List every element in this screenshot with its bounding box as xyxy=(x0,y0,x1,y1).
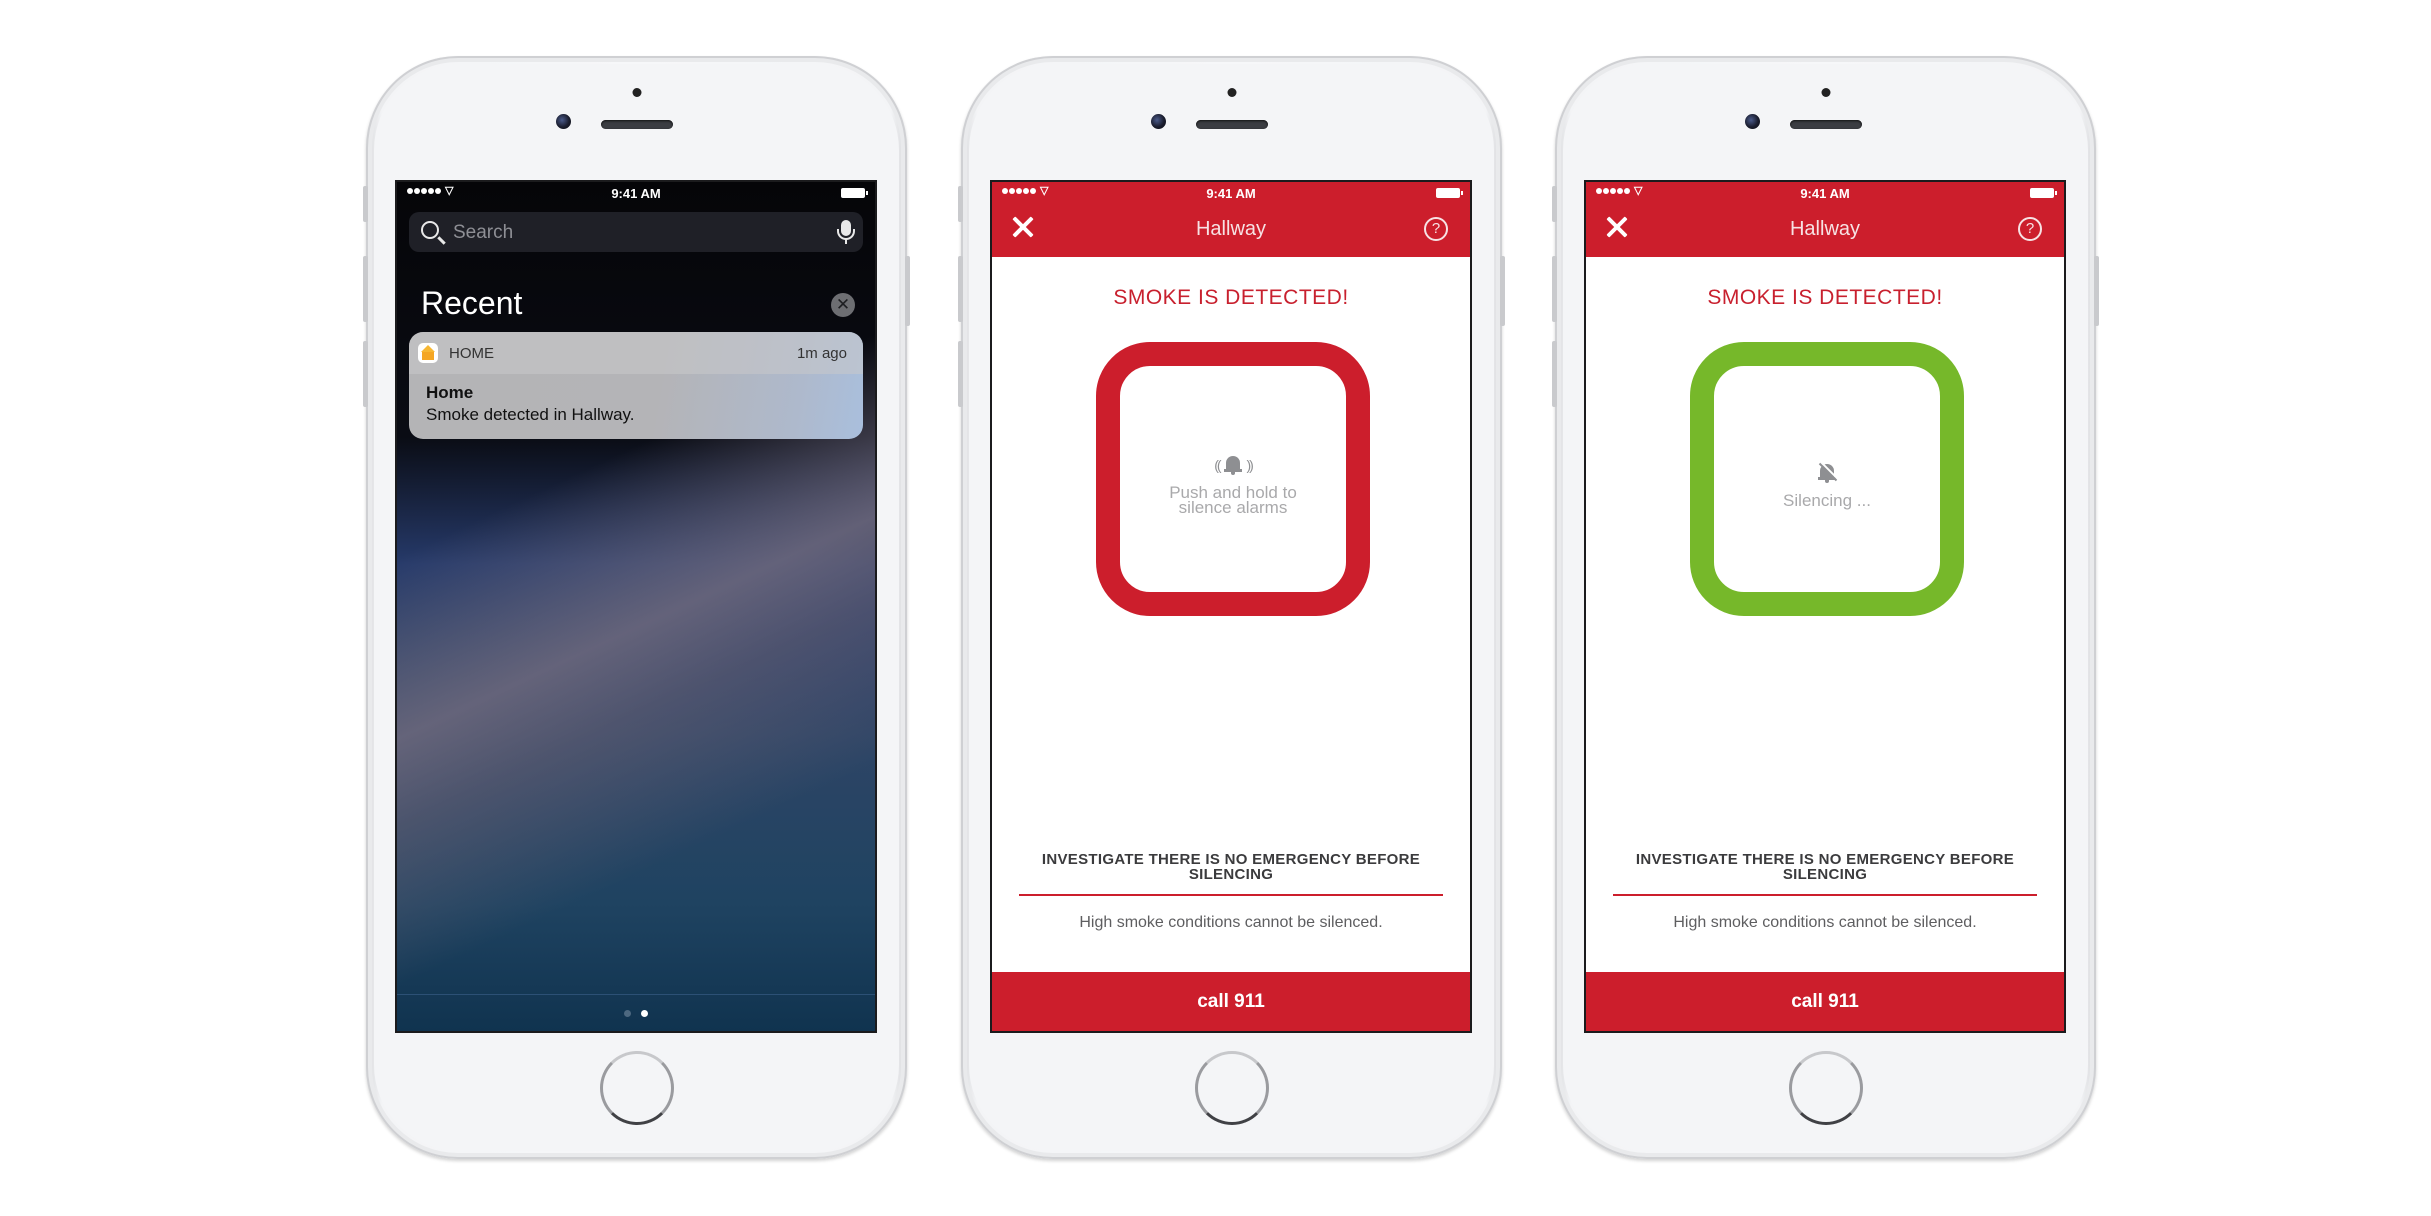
volume-down-button xyxy=(958,341,963,407)
power-button xyxy=(1500,256,1505,326)
home-button[interactable] xyxy=(1194,1051,1269,1125)
phone-silencing: ▽ 9:41 AM Hallway ? SMOKE IS DETECTED! S… xyxy=(1552,56,2099,1159)
status-bar: ▽ 9:41 AM xyxy=(992,182,1470,204)
proximity-sensor xyxy=(632,88,641,97)
earpiece-speaker xyxy=(1195,120,1268,129)
proximity-sensor xyxy=(1821,88,1830,97)
search-placeholder: Search xyxy=(453,222,514,243)
lock-screen: ▽ 9:41 AM Search Recent ✕ HOME 1m ago Ho… xyxy=(395,180,877,1033)
page-title: Hallway xyxy=(1789,218,1861,240)
notification-card[interactable]: HOME 1m ago Home Smoke detected in Hallw… xyxy=(409,332,863,439)
silencing-screen: ▽ 9:41 AM Hallway ? SMOKE IS DETECTED! S… xyxy=(1584,180,2066,1033)
divider xyxy=(397,994,875,995)
proximity-sensor xyxy=(1227,88,1236,97)
volume-up-button xyxy=(363,256,368,322)
divider xyxy=(1019,894,1443,896)
silence-alarm-button[interactable]: Silencing ... xyxy=(1690,342,1964,616)
mute-switch xyxy=(363,186,368,222)
sound-waves-left-icon: (( xyxy=(1214,457,1221,473)
earpiece-speaker xyxy=(600,120,673,129)
call-911-button[interactable]: call 911 xyxy=(1586,972,2064,1031)
home-button[interactable] xyxy=(599,1051,674,1125)
warning-text: INVESTIGATE THERE IS NO EMERGENCY BEFORE… xyxy=(1041,851,1421,883)
status-bar: ▽ 9:41 AM xyxy=(397,182,875,204)
notification-body: Smoke detected in Hallway. xyxy=(426,405,635,424)
help-icon[interactable]: ? xyxy=(1424,217,1448,241)
power-button xyxy=(905,256,910,326)
front-camera xyxy=(556,114,571,129)
phone-notification-center: ▽ 9:41 AM Search Recent ✕ HOME 1m ago Ho… xyxy=(363,56,910,1159)
divider xyxy=(1613,894,2037,896)
status-bar: ▽ 9:41 AM xyxy=(1586,182,2064,204)
silence-alarm-button[interactable]: (( )) Push and hold to silence alarms xyxy=(1096,342,1370,616)
search-icon xyxy=(421,221,439,239)
volume-up-button xyxy=(958,256,963,322)
earpiece-speaker xyxy=(1789,120,1862,129)
bell-ringing-icon xyxy=(1224,454,1242,475)
mute-switch xyxy=(1552,186,1557,222)
smoke-alert-heading: SMOKE IS DETECTED! xyxy=(1113,286,1349,309)
instruction-line-2: silence alarms xyxy=(1178,498,1288,517)
call-911-button[interactable]: call 911 xyxy=(992,972,1470,1031)
battery-icon xyxy=(2030,188,2057,198)
battery-icon xyxy=(841,188,868,198)
volume-down-button xyxy=(363,341,368,407)
silencing-status: Silencing ... xyxy=(1783,491,1871,510)
home-button[interactable] xyxy=(1788,1051,1863,1125)
silence-instructions: Push and hold to silence alarms xyxy=(1120,484,1346,517)
alarm-screen: ▽ 9:41 AM Hallway ? SMOKE IS DETECTED! (… xyxy=(990,180,1472,1033)
status-time: 9:41 AM xyxy=(1800,186,1850,201)
phone-alarm: ▽ 9:41 AM Hallway ? SMOKE IS DETECTED! (… xyxy=(958,56,1505,1159)
front-camera xyxy=(1745,114,1760,129)
page-dot-active[interactable] xyxy=(641,1010,648,1017)
search-field[interactable]: Search xyxy=(409,212,863,252)
page-indicator[interactable] xyxy=(397,1010,875,1017)
home-app-icon xyxy=(418,343,438,363)
clear-notifications-button[interactable]: ✕ xyxy=(831,293,855,317)
battery-icon xyxy=(1436,188,1463,198)
microphone-icon[interactable] xyxy=(837,220,855,244)
volume-up-button xyxy=(1552,256,1557,322)
front-camera xyxy=(1151,114,1166,129)
help-icon[interactable]: ? xyxy=(2018,217,2042,241)
volume-down-button xyxy=(1552,341,1557,407)
warning-text: INVESTIGATE THERE IS NO EMERGENCY BEFORE… xyxy=(1635,851,2015,883)
page-dot[interactable] xyxy=(624,1010,631,1017)
status-time: 9:41 AM xyxy=(611,186,661,201)
smoke-alert-heading: SMOKE IS DETECTED! xyxy=(1707,286,1943,309)
notification-title: Home xyxy=(426,383,474,402)
status-time: 9:41 AM xyxy=(1206,186,1256,201)
note-text: High smoke conditions cannot be silenced… xyxy=(1079,914,1383,931)
note-text: High smoke conditions cannot be silenced… xyxy=(1673,914,1977,931)
sound-waves-right-icon: )) xyxy=(1246,457,1253,473)
power-button xyxy=(2094,256,2099,326)
page-title: Hallway xyxy=(1195,218,1267,240)
mute-switch xyxy=(958,186,963,222)
notification-app-name: HOME xyxy=(449,345,494,362)
bell-off-icon xyxy=(1818,462,1838,483)
section-title: Recent xyxy=(421,285,523,321)
notification-timestamp: 1m ago xyxy=(796,345,847,362)
